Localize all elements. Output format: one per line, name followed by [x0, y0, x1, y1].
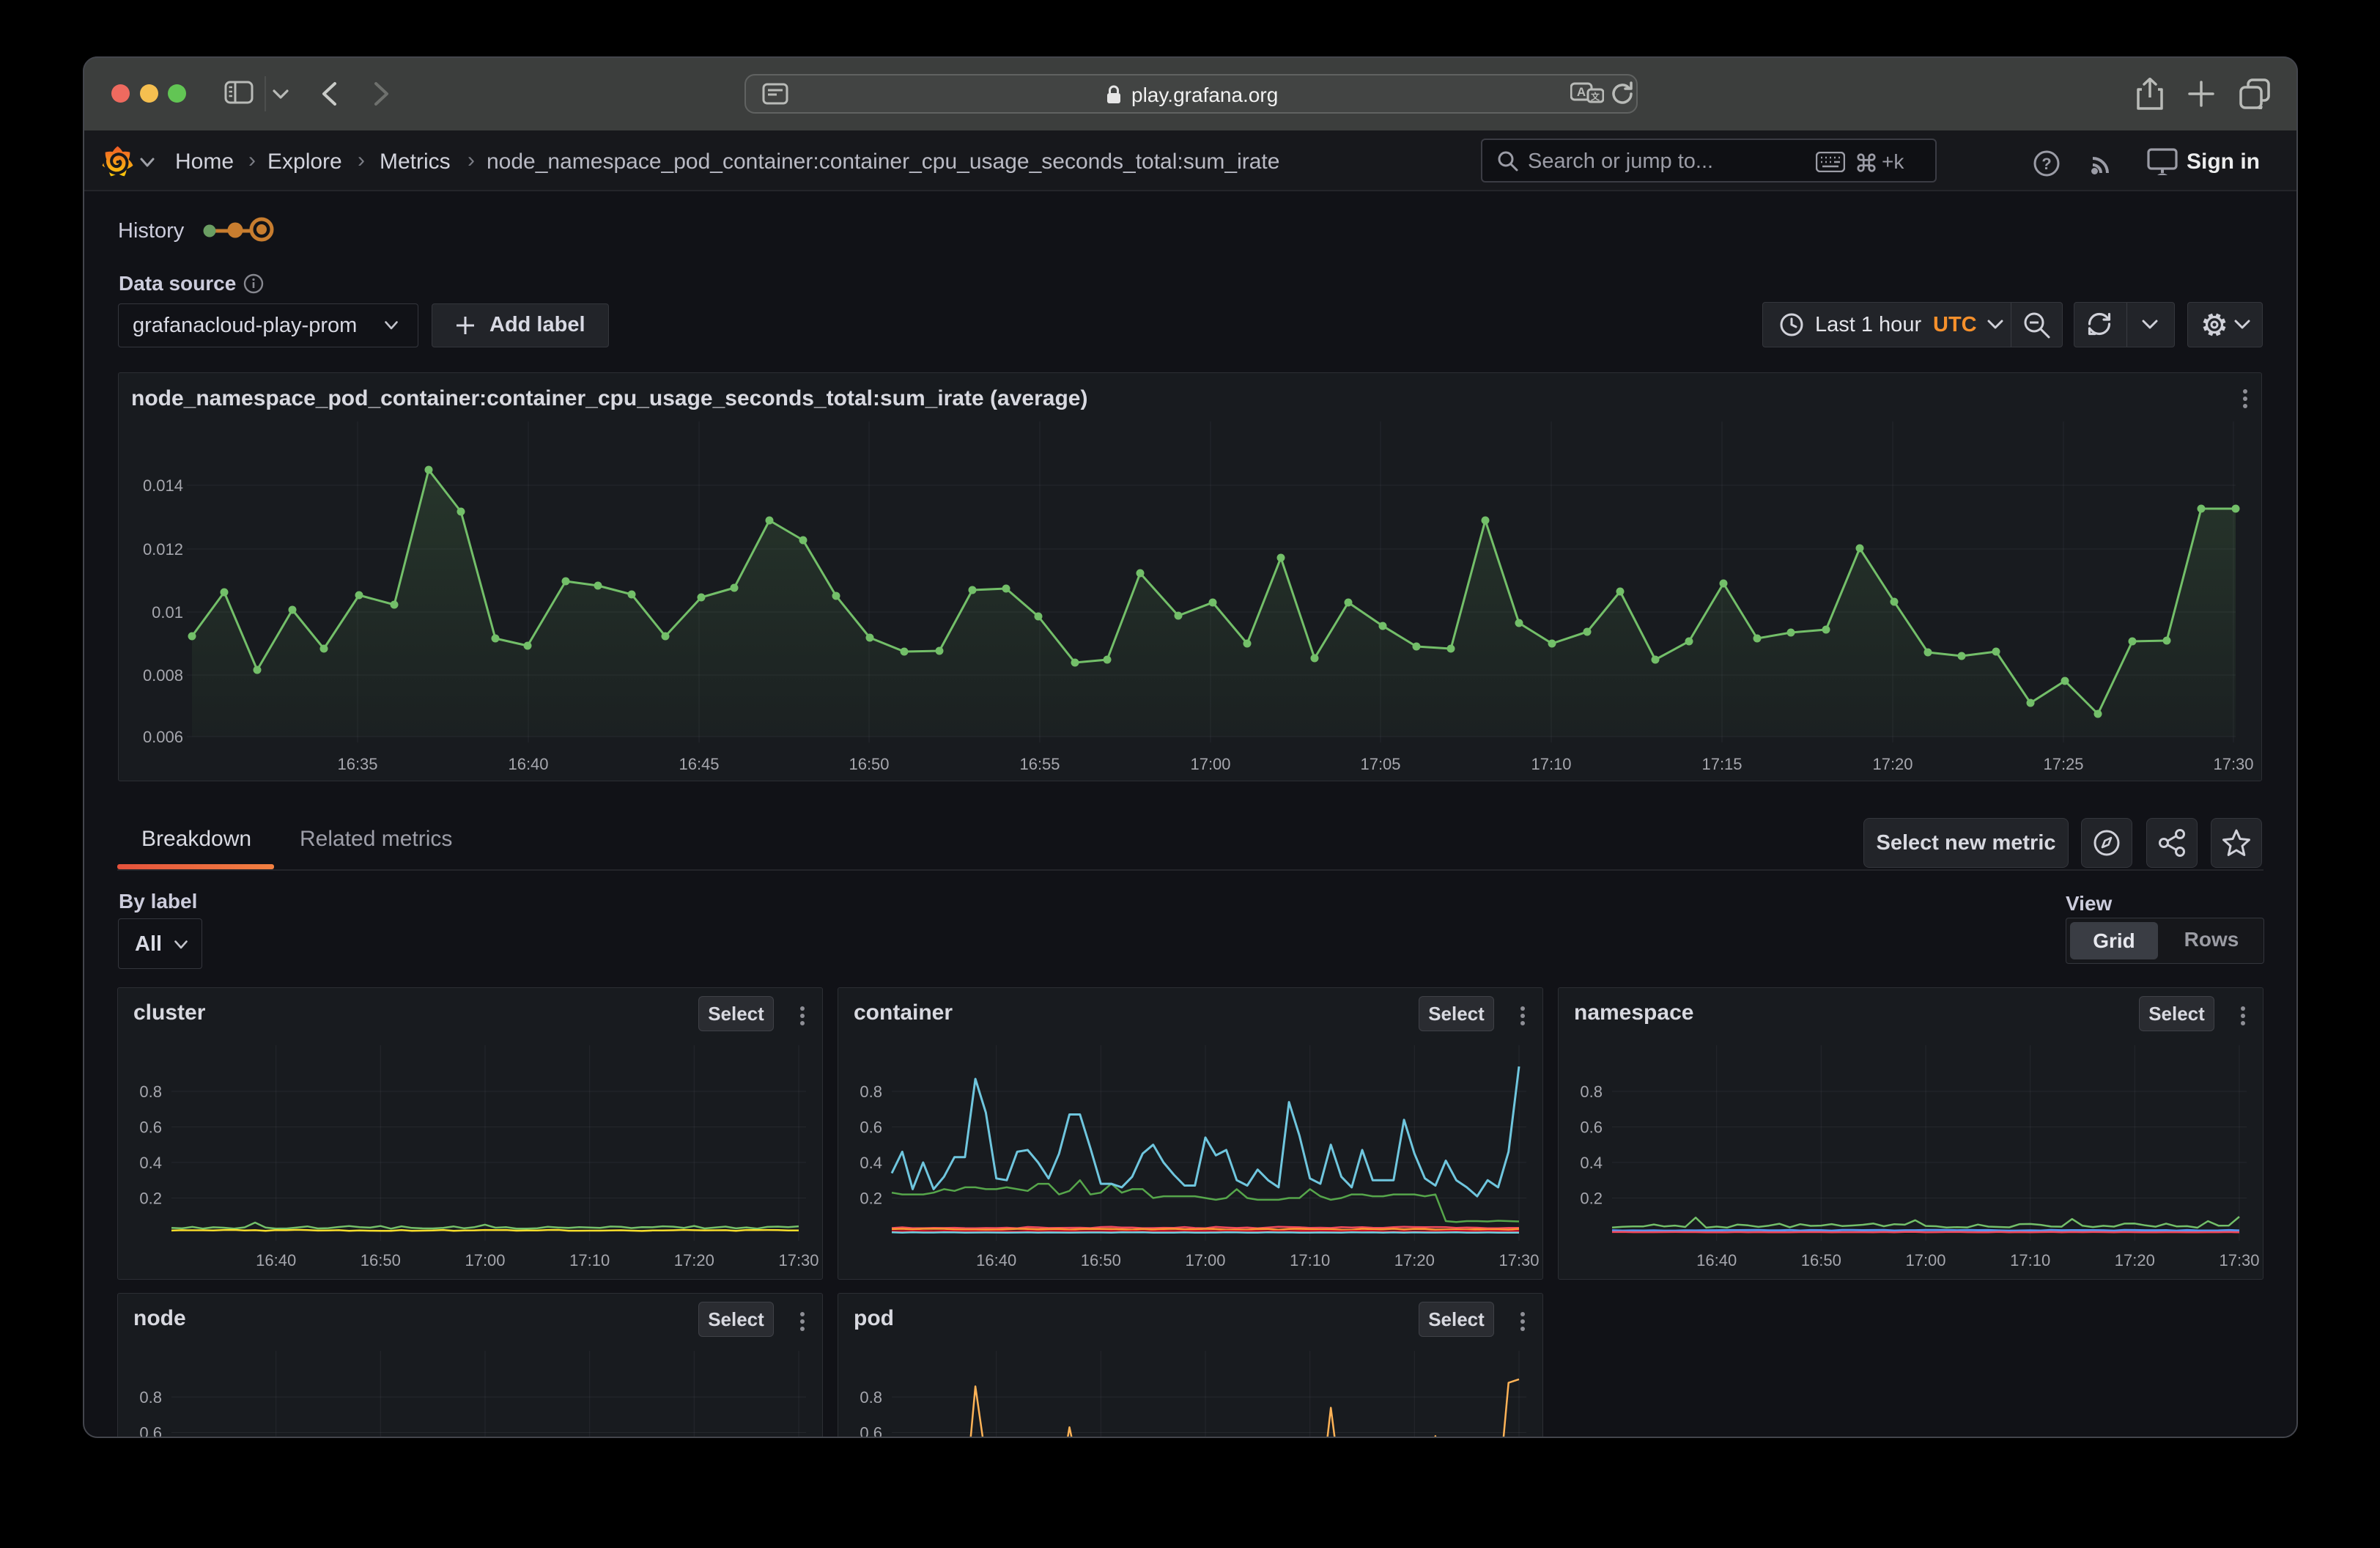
- svg-text:17:20: 17:20: [1394, 1251, 1435, 1269]
- svg-text:0.8: 0.8: [139, 1083, 162, 1101]
- svg-text:17:00: 17:00: [465, 1251, 505, 1269]
- svg-text:17:20: 17:20: [2115, 1251, 2155, 1269]
- svg-text:16:50: 16:50: [1081, 1251, 1121, 1269]
- svg-text:0.008: 0.008: [143, 666, 183, 685]
- svg-text:17:00: 17:00: [1190, 755, 1230, 773]
- svg-text:0.6: 0.6: [1580, 1118, 1603, 1137]
- svg-text:0.01: 0.01: [152, 603, 183, 622]
- svg-text:16:40: 16:40: [508, 755, 548, 773]
- svg-text:0.6: 0.6: [860, 1118, 882, 1137]
- svg-text:0.4: 0.4: [1580, 1154, 1603, 1172]
- svg-text:16:40: 16:40: [1696, 1251, 1737, 1269]
- svg-text:0.2: 0.2: [1580, 1190, 1603, 1208]
- svg-text:0.012: 0.012: [143, 540, 183, 559]
- svg-text:17:00: 17:00: [1185, 1251, 1225, 1269]
- svg-text:16:35: 16:35: [337, 755, 377, 773]
- svg-text:A: A: [1577, 85, 1586, 99]
- svg-text:17:15: 17:15: [1701, 755, 1742, 773]
- svg-text:?: ?: [2041, 155, 2051, 173]
- svg-text:0.6: 0.6: [139, 1118, 162, 1137]
- svg-text:0.4: 0.4: [860, 1154, 882, 1172]
- svg-text:0.8: 0.8: [1580, 1083, 1603, 1101]
- svg-text:17:10: 17:10: [569, 1251, 610, 1269]
- svg-text:17:30: 17:30: [778, 1251, 818, 1269]
- svg-text:文: 文: [1591, 91, 1600, 102]
- svg-text:0.006: 0.006: [143, 728, 183, 746]
- svg-text:17:10: 17:10: [2010, 1251, 2050, 1269]
- svg-text:16:40: 16:40: [256, 1251, 296, 1269]
- svg-text:0.4: 0.4: [139, 1154, 162, 1172]
- svg-text:0.8: 0.8: [139, 1388, 162, 1407]
- svg-text:17:20: 17:20: [1872, 755, 1912, 773]
- svg-text:0.014: 0.014: [143, 476, 183, 495]
- svg-text:0.2: 0.2: [139, 1190, 162, 1208]
- svg-text:0.8: 0.8: [860, 1083, 882, 1101]
- svg-text:16:40: 16:40: [976, 1251, 1016, 1269]
- svg-text:16:55: 16:55: [1019, 755, 1060, 773]
- svg-text:0.2: 0.2: [860, 1190, 882, 1208]
- svg-text:16:45: 16:45: [679, 755, 719, 773]
- svg-text:16:50: 16:50: [849, 755, 889, 773]
- svg-text:17:30: 17:30: [2219, 1251, 2259, 1269]
- svg-text:17:05: 17:05: [1360, 755, 1400, 773]
- svg-text:16:50: 16:50: [1801, 1251, 1841, 1269]
- svg-text:17:20: 17:20: [674, 1251, 714, 1269]
- svg-text:17:30: 17:30: [1498, 1251, 1539, 1269]
- svg-text:17:00: 17:00: [1905, 1251, 1945, 1269]
- svg-text:0.6: 0.6: [860, 1424, 882, 1439]
- svg-text:17:10: 17:10: [1290, 1251, 1330, 1269]
- svg-text:17:10: 17:10: [1531, 755, 1571, 773]
- svg-text:0.8: 0.8: [860, 1388, 882, 1407]
- svg-text:17:25: 17:25: [2043, 755, 2083, 773]
- svg-text:16:50: 16:50: [361, 1251, 401, 1269]
- svg-text:0.6: 0.6: [139, 1424, 162, 1439]
- svg-text:17:30: 17:30: [2213, 755, 2253, 773]
